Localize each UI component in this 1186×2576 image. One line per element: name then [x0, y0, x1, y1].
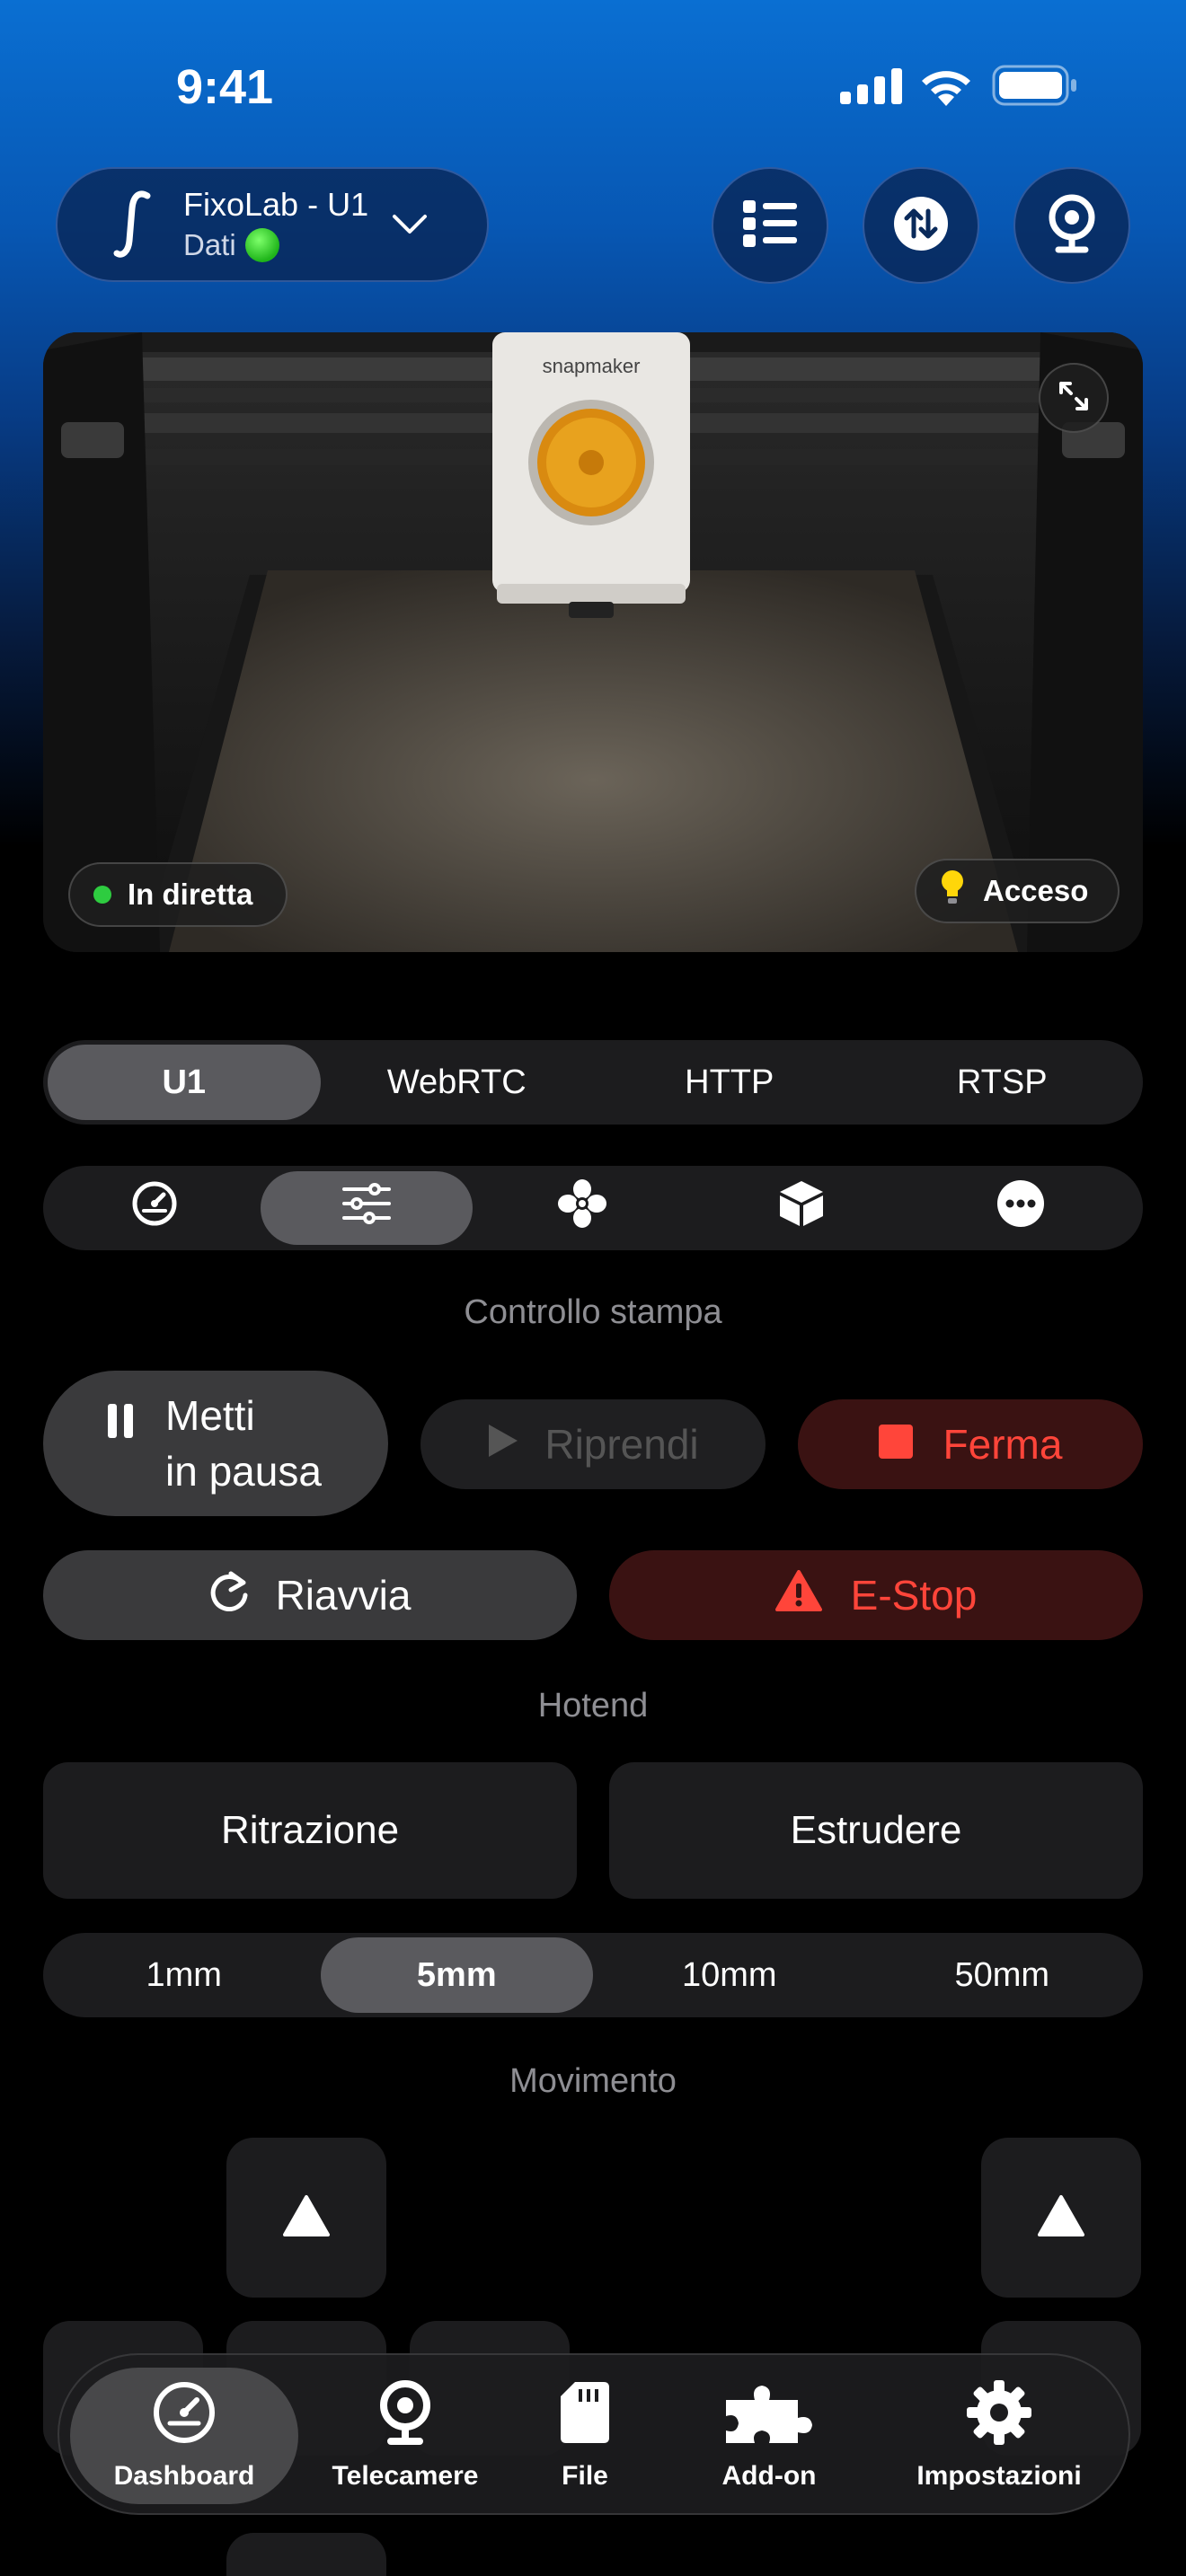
light-label: Acceso [983, 874, 1089, 907]
gauge-icon [152, 2380, 217, 2452]
pause-label-line2: in pausa [165, 1448, 322, 1495]
box-icon [778, 1179, 825, 1237]
webcam-button[interactable] [1013, 167, 1130, 284]
tab-addons-label: Add-on [721, 2461, 817, 2491]
list-button[interactable] [712, 167, 828, 284]
estop-button[interactable]: E-Stop [609, 1550, 1143, 1640]
distance-option-5mm[interactable]: 5mm [320, 1937, 593, 2013]
tab-sliders[interactable] [261, 1171, 473, 1245]
play-icon [487, 1420, 519, 1469]
sd-card-icon [559, 2380, 611, 2452]
tab-more[interactable] [911, 1171, 1130, 1245]
move-y-down-button[interactable] [226, 2533, 386, 2576]
stop-button[interactable]: Ferma [798, 1399, 1143, 1489]
hotend-label: Hotend [537, 1687, 649, 1725]
gear-icon [967, 2380, 1031, 2452]
pause-icon [108, 1399, 135, 1448]
stop-icon [878, 1420, 913, 1469]
printer-logo-icon [113, 189, 155, 260]
tab-gauge[interactable] [49, 1171, 261, 1245]
webcam-icon [1048, 194, 1096, 258]
transfer-icon [892, 195, 950, 257]
live-label: In diretta [128, 878, 253, 911]
fullscreen-button[interactable] [1039, 363, 1109, 433]
more-icon [996, 1179, 1045, 1237]
stop-label: Ferma [943, 1421, 1063, 1468]
tab-bar: Dashboard Telecamere File Add-on Imposta… [58, 2353, 1130, 2515]
tab-files[interactable]: File [509, 2355, 661, 2517]
printer-name: FixoLab - U1 [183, 186, 369, 223]
extrude-button[interactable]: Estrudere [609, 1762, 1143, 1899]
extrude-distance-selector: 1mm 5mm 10mm 50mm [43, 1933, 1143, 2017]
light-toggle[interactable]: Acceso [915, 859, 1120, 923]
puzzle-icon [722, 2380, 816, 2452]
brand-text: snapmaker [543, 355, 641, 377]
tab-files-label: File [562, 2461, 608, 2491]
live-badge: In diretta [68, 862, 288, 927]
tab-settings-label: Impostazioni [916, 2461, 1082, 2491]
tab-settings[interactable]: Impostazioni [877, 2355, 1121, 2517]
restart-label: Riavvia [275, 1572, 412, 1619]
restart-button[interactable]: Riavvia [43, 1550, 577, 1640]
distance-option-10mm[interactable]: 10mm [593, 1937, 866, 2013]
pause-button[interactable]: Metti in pausa [43, 1371, 388, 1516]
retract-button[interactable]: Ritrazione [43, 1762, 577, 1899]
resume-label: Riprendi [544, 1421, 699, 1468]
gauge-icon [131, 1180, 178, 1236]
battery-icon [992, 65, 1078, 106]
webcam-icon [378, 2380, 432, 2452]
tab-addons[interactable]: Add-on [679, 2355, 859, 2517]
tab-box[interactable] [692, 1171, 911, 1245]
move-z-up-button[interactable] [981, 2138, 1141, 2298]
tab-cameras[interactable]: Telecamere [311, 2355, 500, 2517]
camera-view[interactable]: snapmaker In diretta Acceso [43, 332, 1143, 952]
fan-icon [558, 1179, 606, 1237]
warning-icon [774, 1569, 822, 1621]
movement-label: Movimento [509, 2062, 677, 2100]
expand-icon [1056, 378, 1092, 419]
distance-option-50mm[interactable]: 50mm [866, 1937, 1139, 2013]
stream-option-rtsp[interactable]: RTSP [866, 1045, 1139, 1120]
live-dot [93, 886, 111, 904]
pause-label-line1: Metti [165, 1392, 255, 1439]
arrow-up-icon [1037, 2194, 1085, 2242]
arrow-up-icon [282, 2194, 331, 2242]
stream-option-http[interactable]: HTTP [593, 1045, 866, 1120]
wifi-icon [918, 65, 974, 106]
stream-source-selector: U1 WebRTC HTTP RTSP [43, 1040, 1143, 1125]
stream-option-webrtc[interactable]: WebRTC [321, 1045, 594, 1120]
cellular-signal-icon [840, 68, 903, 104]
tab-cameras-label: Telecamere [332, 2461, 479, 2491]
restart-icon [209, 1570, 249, 1621]
sliders-icon [342, 1183, 391, 1233]
move-y-up-button[interactable] [226, 2138, 386, 2298]
status-dot [244, 228, 279, 262]
distance-option-1mm[interactable]: 1mm [48, 1937, 321, 2013]
tab-dashboard[interactable]: Dashboard [70, 2355, 298, 2517]
print-control-label: Controllo stampa [464, 1293, 722, 1331]
tab-fan[interactable] [473, 1171, 692, 1245]
chevron-down-icon [392, 214, 428, 235]
stream-option-u1[interactable]: U1 [48, 1045, 321, 1120]
transfer-button[interactable] [863, 167, 979, 284]
printer-selector[interactable]: FixoLab - U1 Dati [56, 167, 489, 282]
printer-status: Dati [183, 228, 236, 261]
list-icon [741, 198, 799, 253]
estop-label: E-Stop [850, 1572, 978, 1619]
tab-dashboard-label: Dashboard [113, 2461, 255, 2491]
lightbulb-icon [940, 869, 965, 913]
resume-button[interactable]: Riprendi [420, 1399, 766, 1489]
control-tabs [43, 1166, 1143, 1250]
status-time: 9:41 [175, 60, 274, 114]
